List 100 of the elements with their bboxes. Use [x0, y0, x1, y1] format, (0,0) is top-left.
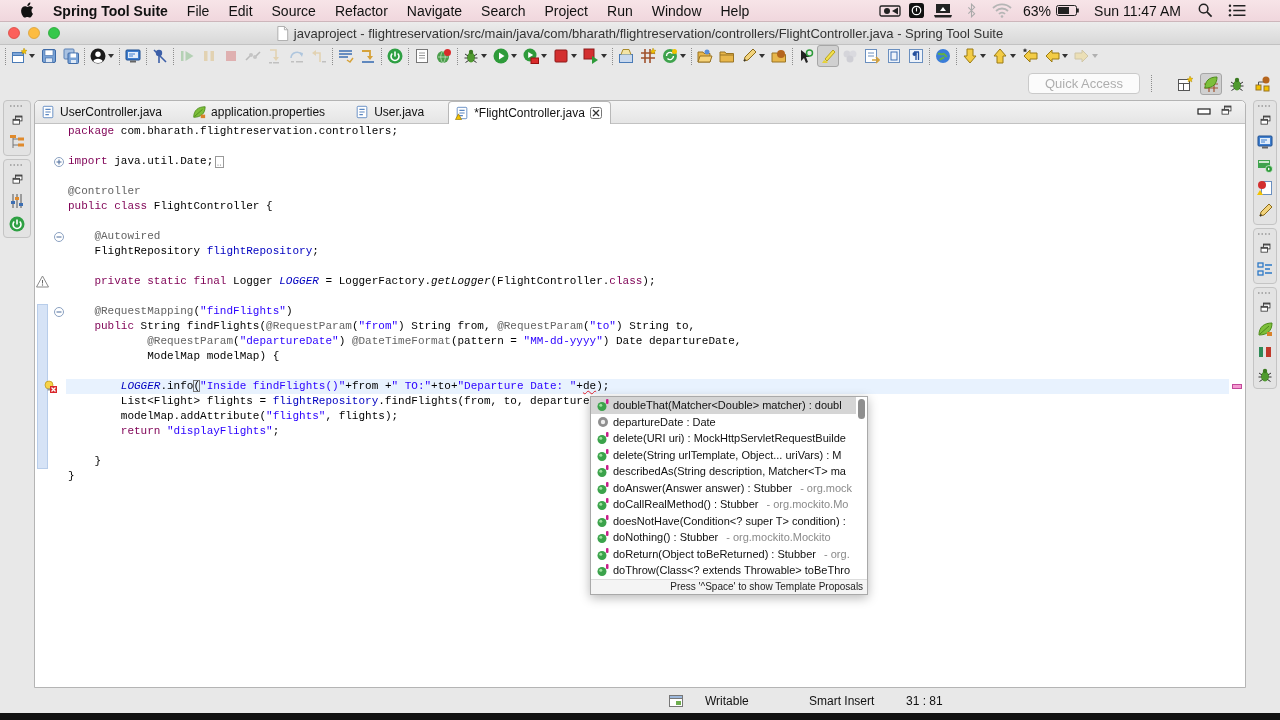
editor-tab[interactable]: UserController.java [35, 101, 171, 123]
open-folder-icon[interactable] [697, 48, 713, 64]
bars-icon[interactable] [1257, 344, 1273, 360]
editor-tab[interactable]: *FlightController.java [448, 101, 611, 124]
dropdown-caret-icon[interactable] [541, 54, 547, 58]
menu-item[interactable]: Help [720, 2, 750, 19]
apple-icon[interactable] [20, 1, 34, 18]
zoom-icon[interactable] [48, 27, 60, 39]
bug-icon[interactable] [1229, 75, 1245, 92]
play-coverage-icon[interactable] [523, 48, 539, 64]
dropdown-caret-icon[interactable] [29, 54, 35, 58]
fold-toggle-icon[interactable] [54, 306, 64, 317]
pointer-magnifier-icon[interactable] [798, 48, 814, 64]
grid-icon[interactable] [640, 48, 656, 64]
globe-dot-icon[interactable] [436, 48, 452, 64]
server-arrow-icon[interactable] [1257, 157, 1273, 173]
menu-item[interactable]: Search [481, 2, 526, 19]
quick-access-field[interactable]: Quick Access [1028, 73, 1140, 94]
menu-item[interactable]: File [186, 2, 210, 19]
proposal-item[interactable]: delete(URI uri) : MockHttpServletRequestBuilde [591, 430, 857, 447]
menu-item[interactable]: Run [607, 2, 633, 19]
step-filter-icon[interactable] [360, 48, 376, 64]
external-tool-icon[interactable] [583, 48, 599, 64]
display-icon[interactable] [934, 3, 953, 18]
editor-tab[interactable]: application.properties [186, 101, 334, 123]
dropdown-caret-icon[interactable] [1062, 54, 1068, 58]
editor-tab[interactable]: User.java [349, 101, 433, 123]
menu-item[interactable]: Project [544, 2, 588, 19]
marker-document-icon[interactable] [1257, 180, 1273, 196]
menu-item[interactable]: Window [651, 2, 702, 19]
clock[interactable]: Sun 11:47 AM [1094, 2, 1181, 19]
paragraph-icon[interactable] [908, 48, 924, 64]
page-icon[interactable] [886, 48, 902, 64]
proposal-item[interactable]: doCallRealMethod() : Stubber - org.mockito.Mo [591, 496, 857, 513]
close-icon[interactable] [589, 107, 602, 119]
proposal-item[interactable]: doesNotHave(Condition<? super T> condition) : [591, 512, 857, 529]
new-window-icon[interactable] [11, 48, 27, 64]
folder-icon[interactable] [719, 48, 735, 64]
restore-icon[interactable] [10, 173, 24, 186]
restore-icon[interactable] [1220, 104, 1233, 117]
globe-icon[interactable] [935, 48, 951, 64]
dropdown-caret-icon[interactable] [571, 54, 577, 58]
monitor-icon[interactable] [125, 48, 141, 64]
proposal-item[interactable]: departureDate : Date [591, 413, 857, 430]
restore-icon[interactable] [1258, 301, 1272, 314]
search-icon[interactable] [1198, 3, 1213, 18]
dropdown-caret-icon[interactable] [481, 54, 487, 58]
document-icon[interactable] [414, 48, 430, 64]
list-icon[interactable] [338, 48, 354, 64]
video-camera-icon[interactable] [879, 3, 902, 18]
new-package-icon[interactable] [618, 48, 634, 64]
error-mark-icon[interactable] [1232, 384, 1242, 389]
menu-item[interactable]: Source [271, 2, 316, 19]
play-circle-icon[interactable] [493, 48, 509, 64]
dropdown-caret-icon[interactable] [980, 54, 986, 58]
hierarchy-icon[interactable] [9, 134, 25, 150]
node-diagram-icon[interactable] [1255, 75, 1271, 92]
back-star-icon[interactable] [1022, 48, 1038, 64]
person-circle-icon[interactable] [90, 48, 106, 64]
menu-item[interactable]: Navigate [406, 2, 463, 19]
stacked-floppy-icon[interactable] [63, 48, 79, 64]
dropdown-caret-icon[interactable] [511, 54, 517, 58]
proposal-item[interactable]: delete(String urlTemplate, Object... uriVars) : M [591, 446, 857, 463]
monitor-icon[interactable] [1257, 134, 1273, 150]
bug-icon[interactable] [463, 48, 479, 64]
leaf-grid-icon[interactable] [1200, 72, 1222, 95]
menu-item[interactable]: Refactor [334, 2, 388, 19]
leaf-icon[interactable] [1257, 321, 1273, 337]
dropdown-caret-icon[interactable] [108, 54, 114, 58]
restore-icon[interactable] [1258, 242, 1272, 255]
scrollbar-thumb[interactable] [858, 399, 866, 419]
dropdown-caret-icon[interactable] [1010, 54, 1016, 58]
proposal-item[interactable]: doNothing() : Stubber - org.mockito.Mockito [591, 529, 857, 546]
bug-icon[interactable] [1257, 367, 1273, 383]
outline-icon[interactable] [1257, 262, 1273, 278]
sliders-icon[interactable] [9, 193, 25, 209]
dropdown-caret-icon[interactable] [601, 54, 607, 58]
folder-ball-icon[interactable] [771, 48, 787, 64]
proposal-item[interactable]: doThrow(Class<? extends Throwable> toBeThro [591, 562, 857, 579]
power-icon[interactable] [9, 216, 25, 232]
app-menu[interactable]: Spring Tool Suite [53, 2, 168, 19]
battery-icon[interactable] [1056, 5, 1080, 16]
dropdown-caret-icon[interactable] [680, 54, 686, 58]
proposal-item[interactable]: doAnswer(Answer answer) : Stubber - org.mock [591, 479, 857, 496]
restore-icon[interactable] [1258, 114, 1272, 127]
restore-icon[interactable] [10, 114, 24, 127]
stop-icon[interactable] [553, 48, 569, 64]
proposal-item[interactable]: doubleThat(Matcher<Double> matcher) : doubl [591, 397, 857, 414]
fold-toggle-icon[interactable] [54, 231, 64, 242]
pen-icon[interactable] [1257, 203, 1273, 219]
pen-icon[interactable] [741, 48, 757, 64]
folded-code-icon[interactable] [215, 155, 225, 168]
menu-icon[interactable] [1228, 3, 1246, 18]
app-badge-icon[interactable] [909, 3, 925, 18]
proposal-item[interactable]: describedAs(String description, Matcher<T> ma [591, 463, 857, 480]
fold-toggle-icon[interactable] [54, 156, 64, 167]
dropdown-caret-icon[interactable] [759, 54, 765, 58]
menu-item[interactable]: Edit [228, 2, 253, 19]
proposal-item[interactable]: doReturn(Object toBeReturned) : Stubber - org. [591, 545, 857, 562]
power-icon[interactable] [387, 48, 403, 64]
